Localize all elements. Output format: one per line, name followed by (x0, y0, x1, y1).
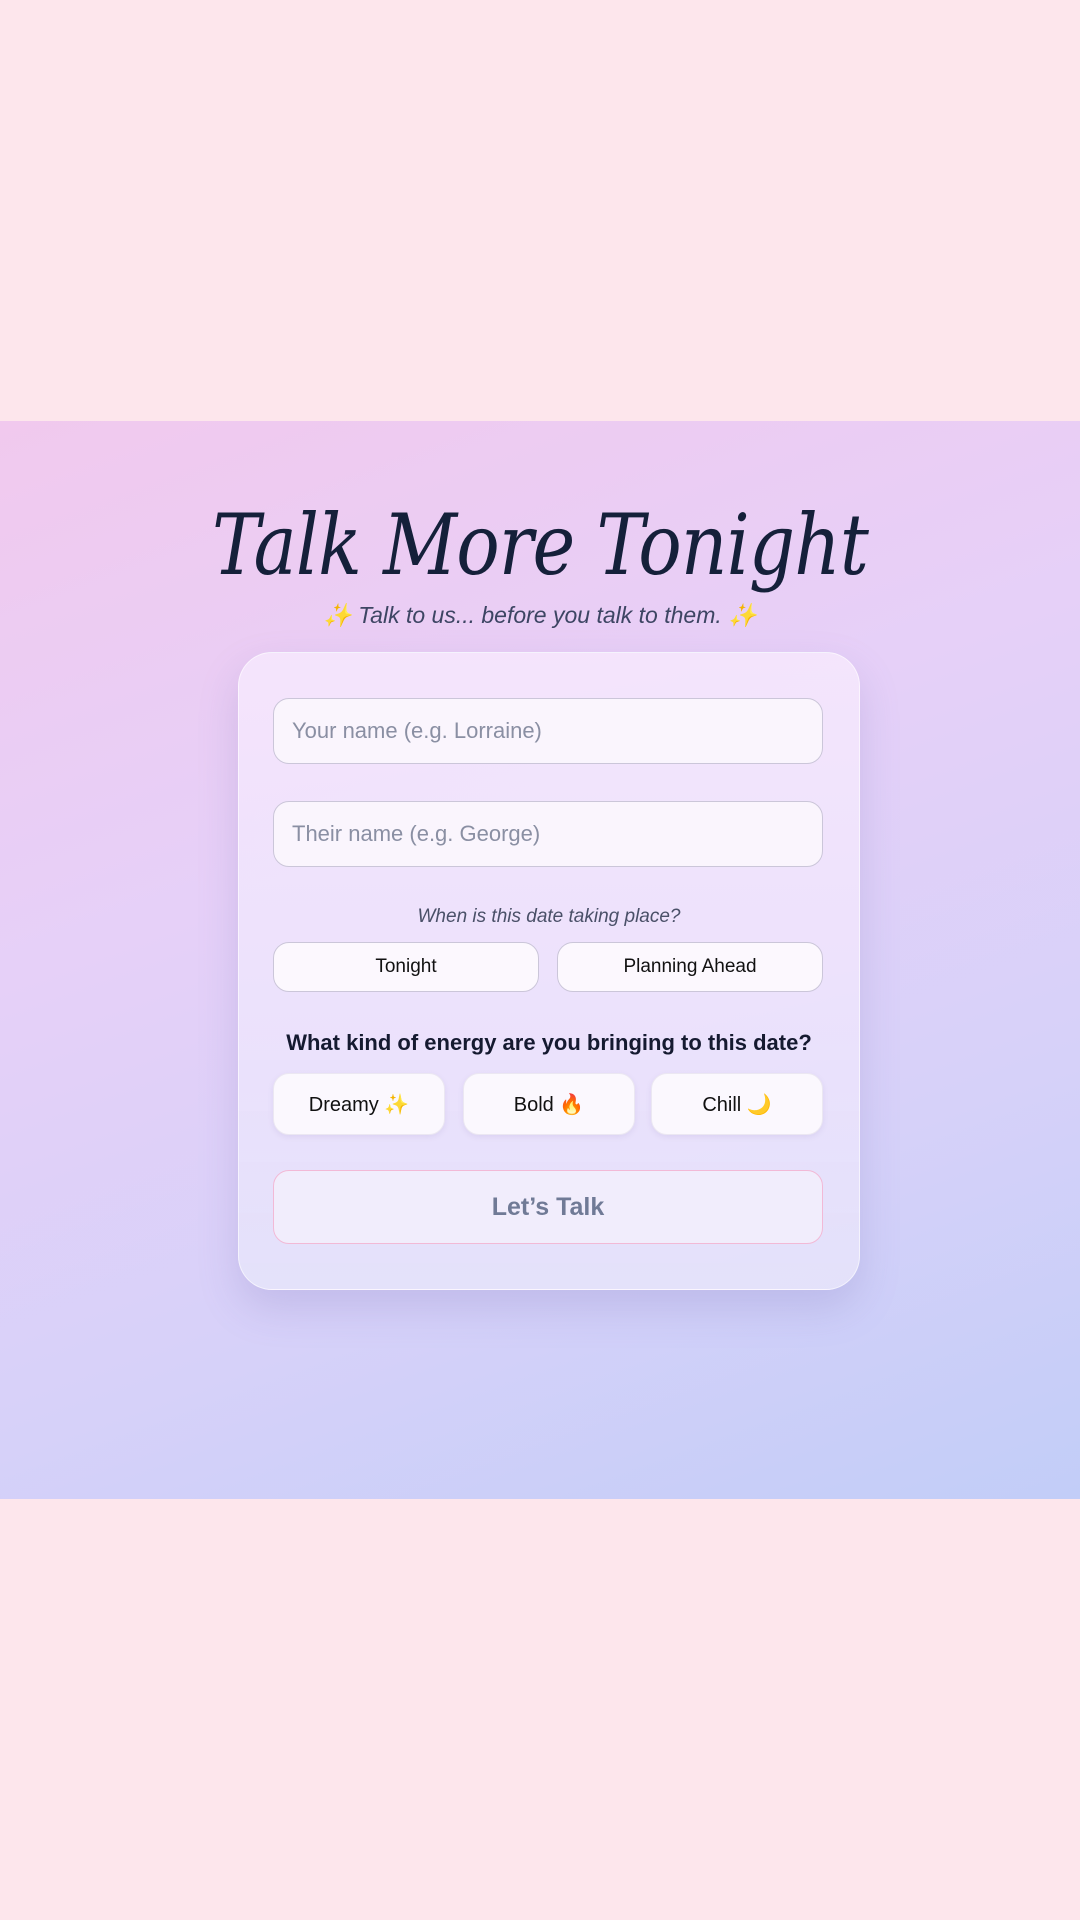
planning-ahead-button[interactable]: Planning Ahead (557, 942, 823, 992)
date-form-card: When is this date taking place? Tonight … (238, 652, 860, 1290)
fire-icon: 🔥 (559, 1091, 585, 1116)
tonight-button[interactable]: Tonight (273, 942, 539, 992)
header: Talk More Tonight ✨ Talk to us... before… (0, 490, 1080, 631)
chill-energy-button[interactable]: Chill 🌙 (651, 1073, 823, 1135)
sparkles-icon: ✨ (384, 1091, 410, 1116)
dreamy-energy-button[interactable]: Dreamy ✨ (273, 1073, 445, 1135)
energy-question: What kind of energy are you bringing to … (286, 1030, 812, 1055)
bold-energy-button[interactable]: Bold 🔥 (463, 1073, 635, 1135)
lets-talk-button[interactable]: Let’s Talk (273, 1170, 823, 1244)
dreamy-label: Dreamy (308, 1093, 379, 1116)
crescent-moon-icon: 🌙 (746, 1091, 772, 1116)
bold-label: Bold (513, 1093, 554, 1116)
your-name-input[interactable] (273, 698, 823, 764)
sparkles-icon: ✨ (323, 603, 352, 629)
page-subtitle: ✨ Talk to us... before you talk to them.… (0, 600, 1080, 631)
page-title: Talk More Tonight (211, 496, 869, 594)
chill-label: Chill (702, 1093, 742, 1116)
subtitle-text: Talk to us... before you talk to them. (358, 602, 722, 628)
their-name-input[interactable] (273, 801, 823, 867)
when-label: When is this date taking place? (417, 906, 681, 927)
sparkles-icon: ✨ (728, 603, 757, 629)
